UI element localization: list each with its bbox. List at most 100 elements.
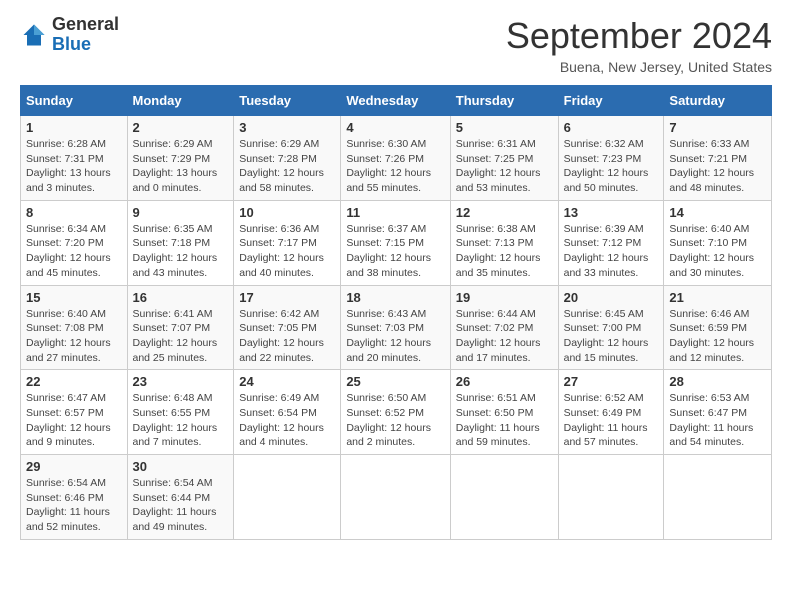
day-cell-16: 16 Sunrise: 6:41 AM Sunset: 7:07 PM Dayli… <box>127 285 234 370</box>
day-detail: Sunrise: 6:39 AM Sunset: 7:12 PM Dayligh… <box>564 222 659 281</box>
day-cell-10: 10 Sunrise: 6:36 AM Sunset: 7:17 PM Dayli… <box>234 200 341 285</box>
day-detail: Sunrise: 6:37 AM Sunset: 7:15 PM Dayligh… <box>346 222 444 281</box>
logo-icon <box>20 21 48 49</box>
day-detail: Sunrise: 6:42 AM Sunset: 7:05 PM Dayligh… <box>239 307 335 366</box>
day-number: 16 <box>133 290 229 305</box>
day-detail: Sunrise: 6:46 AM Sunset: 6:59 PM Dayligh… <box>669 307 766 366</box>
calendar-table: SundayMondayTuesdayWednesdayThursdayFrid… <box>20 85 772 540</box>
day-number: 1 <box>26 120 122 135</box>
day-cell-6: 6Sunrise: 6:32 AM Sunset: 7:23 PM Daylig… <box>558 116 664 201</box>
day-number: 17 <box>239 290 335 305</box>
day-cell-25: 25 Sunrise: 6:50 AM Sunset: 6:52 PM Dayli… <box>341 370 450 455</box>
day-number: 8 <box>26 205 122 220</box>
day-number: 24 <box>239 374 335 389</box>
day-detail: Sunrise: 6:54 AM Sunset: 6:46 PM Dayligh… <box>26 476 122 535</box>
day-cell-4: 4 Sunrise: 6:30 AM Sunset: 7:26 PM Daylig… <box>341 116 450 201</box>
day-number: 13 <box>564 205 659 220</box>
day-number: 23 <box>133 374 229 389</box>
day-number: 20 <box>564 290 659 305</box>
week-row-3: 15Sunrise: 6:40 AM Sunset: 7:08 PM Dayli… <box>21 285 772 370</box>
day-detail: Sunrise: 6:38 AM Sunset: 7:13 PM Dayligh… <box>456 222 553 281</box>
header-cell-sunday: Sunday <box>21 86 128 116</box>
day-number: 18 <box>346 290 444 305</box>
day-detail: Sunrise: 6:43 AM Sunset: 7:03 PM Dayligh… <box>346 307 444 366</box>
day-number: 28 <box>669 374 766 389</box>
day-cell-29: 29 Sunrise: 6:54 AM Sunset: 6:46 PM Dayli… <box>21 455 128 540</box>
day-cell-26: 26 Sunrise: 6:51 AM Sunset: 6:50 PM Dayli… <box>450 370 558 455</box>
day-detail: Sunrise: 6:51 AM Sunset: 6:50 PM Dayligh… <box>456 391 553 450</box>
header-cell-friday: Friday <box>558 86 664 116</box>
day-cell-27: 27 Sunrise: 6:52 AM Sunset: 6:49 PM Dayli… <box>558 370 664 455</box>
logo-blue: Blue <box>52 34 91 54</box>
day-detail: Sunrise: 6:29 AM Sunset: 7:29 PM Dayligh… <box>133 137 229 196</box>
day-number: 26 <box>456 374 553 389</box>
day-detail: Sunrise: 6:49 AM Sunset: 6:54 PM Dayligh… <box>239 391 335 450</box>
day-detail: Sunrise: 6:45 AM Sunset: 7:00 PM Dayligh… <box>564 307 659 366</box>
day-number: 2 <box>133 120 229 135</box>
day-detail: Sunrise: 6:29 AM Sunset: 7:28 PM Dayligh… <box>239 137 335 196</box>
week-row-1: 1 Sunrise: 6:28 AM Sunset: 7:31 PM Daylig… <box>21 116 772 201</box>
empty-cell <box>558 455 664 540</box>
day-detail: Sunrise: 6:40 AM Sunset: 7:10 PM Dayligh… <box>669 222 766 281</box>
header-cell-saturday: Saturday <box>664 86 772 116</box>
day-cell-13: 13 Sunrise: 6:39 AM Sunset: 7:12 PM Dayli… <box>558 200 664 285</box>
day-detail: Sunrise: 6:44 AM Sunset: 7:02 PM Dayligh… <box>456 307 553 366</box>
day-number: 22 <box>26 374 122 389</box>
header-cell-wednesday: Wednesday <box>341 86 450 116</box>
page: General Blue September 2024 Buena, New J… <box>0 0 792 612</box>
header-row: SundayMondayTuesdayWednesdayThursdayFrid… <box>21 86 772 116</box>
day-number: 7 <box>669 120 766 135</box>
day-cell-12: 12 Sunrise: 6:38 AM Sunset: 7:13 PM Dayli… <box>450 200 558 285</box>
day-cell-19: 19 Sunrise: 6:44 AM Sunset: 7:02 PM Dayli… <box>450 285 558 370</box>
day-detail: Sunrise: 6:41 AM Sunset: 7:07 PM Dayligh… <box>133 307 229 366</box>
logo: General Blue <box>20 15 119 55</box>
day-detail: Sunrise: 6:40 AM Sunset: 7:08 PM Dayligh… <box>26 307 122 366</box>
header-cell-thursday: Thursday <box>450 86 558 116</box>
day-number: 12 <box>456 205 553 220</box>
day-number: 29 <box>26 459 122 474</box>
day-number: 25 <box>346 374 444 389</box>
day-number: 9 <box>133 205 229 220</box>
day-detail: Sunrise: 6:28 AM Sunset: 7:31 PM Dayligh… <box>26 137 122 196</box>
day-cell-21: 21 Sunrise: 6:46 AM Sunset: 6:59 PM Dayli… <box>664 285 772 370</box>
empty-cell <box>341 455 450 540</box>
day-number: 5 <box>456 120 553 135</box>
day-number: 27 <box>564 374 659 389</box>
day-number: 4 <box>346 120 444 135</box>
day-detail: Sunrise: 6:50 AM Sunset: 6:52 PM Dayligh… <box>346 391 444 450</box>
day-detail: Sunrise: 6:36 AM Sunset: 7:17 PM Dayligh… <box>239 222 335 281</box>
empty-cell <box>234 455 341 540</box>
header-cell-monday: Monday <box>127 86 234 116</box>
month-title: September 2024 <box>506 15 772 57</box>
header-cell-tuesday: Tuesday <box>234 86 341 116</box>
day-cell-7: 7 Sunrise: 6:33 AM Sunset: 7:21 PM Daylig… <box>664 116 772 201</box>
title-block: September 2024 Buena, New Jersey, United… <box>506 15 772 75</box>
day-detail: Sunrise: 6:34 AM Sunset: 7:20 PM Dayligh… <box>26 222 122 281</box>
day-cell-5: 5 Sunrise: 6:31 AM Sunset: 7:25 PM Daylig… <box>450 116 558 201</box>
day-number: 14 <box>669 205 766 220</box>
day-number: 19 <box>456 290 553 305</box>
day-cell-3: 3Sunrise: 6:29 AM Sunset: 7:28 PM Daylig… <box>234 116 341 201</box>
week-row-2: 8 Sunrise: 6:34 AM Sunset: 7:20 PM Daylig… <box>21 200 772 285</box>
day-detail: Sunrise: 6:47 AM Sunset: 6:57 PM Dayligh… <box>26 391 122 450</box>
day-detail: Sunrise: 6:33 AM Sunset: 7:21 PM Dayligh… <box>669 137 766 196</box>
day-number: 11 <box>346 205 444 220</box>
day-cell-11: 11 Sunrise: 6:37 AM Sunset: 7:15 PM Dayli… <box>341 200 450 285</box>
day-detail: Sunrise: 6:30 AM Sunset: 7:26 PM Dayligh… <box>346 137 444 196</box>
day-detail: Sunrise: 6:52 AM Sunset: 6:49 PM Dayligh… <box>564 391 659 450</box>
day-detail: Sunrise: 6:53 AM Sunset: 6:47 PM Dayligh… <box>669 391 766 450</box>
day-detail: Sunrise: 6:31 AM Sunset: 7:25 PM Dayligh… <box>456 137 553 196</box>
day-cell-24: 24 Sunrise: 6:49 AM Sunset: 6:54 PM Dayli… <box>234 370 341 455</box>
location: Buena, New Jersey, United States <box>506 59 772 75</box>
day-cell-30: 30 Sunrise: 6:54 AM Sunset: 6:44 PM Dayli… <box>127 455 234 540</box>
day-number: 21 <box>669 290 766 305</box>
day-detail: Sunrise: 6:32 AM Sunset: 7:23 PM Dayligh… <box>564 137 659 196</box>
day-number: 10 <box>239 205 335 220</box>
day-cell-28: 28 Sunrise: 6:53 AM Sunset: 6:47 PM Dayli… <box>664 370 772 455</box>
empty-cell <box>450 455 558 540</box>
day-detail: Sunrise: 6:54 AM Sunset: 6:44 PM Dayligh… <box>133 476 229 535</box>
week-row-5: 29 Sunrise: 6:54 AM Sunset: 6:46 PM Dayli… <box>21 455 772 540</box>
day-number: 30 <box>133 459 229 474</box>
day-cell-20: 20 Sunrise: 6:45 AM Sunset: 7:00 PM Dayli… <box>558 285 664 370</box>
day-cell-23: 23Sunrise: 6:48 AM Sunset: 6:55 PM Dayli… <box>127 370 234 455</box>
